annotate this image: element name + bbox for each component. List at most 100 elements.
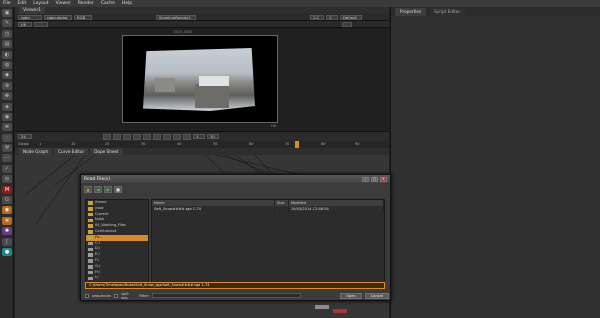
input-select[interactable]: ScanlineRender1 bbox=[156, 14, 196, 20]
timeline-panel: 24 Global 1 10 Global 1 10 20 30 40 50 6… bbox=[15, 131, 389, 148]
table-row[interactable]: Soft_Snow####.tga 1-74 19/03/2014 12:48:… bbox=[152, 206, 384, 212]
first-frame-icon[interactable] bbox=[103, 134, 111, 140]
tab-dope-sheet[interactable]: Dope Sheet bbox=[90, 148, 123, 155]
transform-icon[interactable]: ✥ bbox=[2, 92, 12, 101]
sequences-label: sequences bbox=[91, 293, 112, 298]
layer-select[interactable]: rgba.alpha bbox=[44, 14, 72, 20]
draw-icon[interactable]: ✎ bbox=[2, 19, 12, 28]
plugin-purple-icon[interactable]: ✺ bbox=[2, 227, 12, 236]
viewer-canvas[interactable]: 1920,1080 HD bbox=[15, 28, 389, 131]
menu-help[interactable]: Help bbox=[122, 1, 132, 6]
menu-render[interactable]: Render bbox=[78, 1, 94, 6]
play-back-icon[interactable] bbox=[133, 134, 141, 140]
maximize-icon[interactable]: □ bbox=[371, 176, 378, 182]
file-name: Soft_Snow####.tga 1-74 bbox=[152, 206, 275, 212]
last-frame-icon[interactable] bbox=[183, 134, 191, 140]
menu-edit[interactable]: Edit bbox=[18, 1, 27, 6]
furnace-icon[interactable]: ✓ bbox=[2, 164, 12, 173]
plugin-orange-icon[interactable]: ◉ bbox=[2, 206, 12, 215]
format-name-label: HD bbox=[271, 124, 277, 128]
node[interactable] bbox=[333, 309, 347, 313]
global-label: Global bbox=[18, 142, 30, 146]
drive-item[interactable]: I:/ bbox=[86, 275, 148, 281]
toolsets-icon[interactable]: ⚒ bbox=[2, 144, 12, 153]
play-icon[interactable] bbox=[153, 134, 161, 140]
views-icon[interactable]: ◉ bbox=[2, 112, 12, 121]
back-arrow-icon[interactable]: ◀ bbox=[94, 186, 102, 193]
ocula-icon[interactable]: ◎ bbox=[2, 175, 12, 184]
folder-up-icon[interactable]: ▲ bbox=[84, 186, 92, 193]
tab-viewer1[interactable]: Viewer1 bbox=[19, 7, 46, 14]
next-frame-icon[interactable] bbox=[163, 134, 171, 140]
format-size-label: 1920,1080 bbox=[173, 30, 192, 34]
close-icon[interactable]: X bbox=[380, 176, 387, 182]
menu-cache[interactable]: Cache bbox=[101, 1, 115, 6]
zoom-select[interactable]: 1:1 bbox=[310, 14, 324, 20]
filter-icon[interactable]: ◍ bbox=[2, 60, 12, 69]
read-file-dialog: Read File(s) – □ X ▲ ◀ ▶ ■ /home /root C… bbox=[80, 174, 391, 301]
color-icon[interactable]: ◐ bbox=[2, 50, 12, 59]
filter-label: Filter: bbox=[139, 293, 150, 298]
view-select[interactable]: Default bbox=[340, 14, 362, 20]
menu-file[interactable]: File bbox=[3, 1, 11, 6]
file-modified: 19/03/2014 12:48:54 bbox=[289, 206, 384, 212]
frame-field[interactable]: 1 bbox=[193, 134, 205, 139]
tick-label: 80 bbox=[321, 142, 326, 146]
particles-icon[interactable]: ∴ bbox=[2, 133, 12, 142]
minimize-icon[interactable]: – bbox=[362, 176, 369, 182]
sequences-checkbox[interactable] bbox=[85, 293, 89, 298]
node-toolbar: ▣ ✎ ◷ ▤ ◐ ◍ ◆ ⊕ ✥ ◈ ◉ ≣ ∴ ⚒ ⋯ ✓ ◎ M G ◉ … bbox=[0, 7, 14, 318]
timeline-ruler[interactable]: Global 1 10 20 30 40 50 60 70 80 90 bbox=[15, 141, 389, 148]
gamma-field[interactable] bbox=[34, 21, 48, 27]
building-shape bbox=[155, 78, 175, 92]
prev-frame-icon[interactable] bbox=[123, 134, 131, 140]
new-folder-icon[interactable]: ■ bbox=[114, 186, 122, 193]
other-icon[interactable]: ⋯ bbox=[2, 154, 12, 163]
filter-input[interactable] bbox=[152, 293, 302, 298]
m-plugin-icon[interactable]: M bbox=[2, 185, 12, 194]
3d-icon[interactable]: ◈ bbox=[2, 102, 12, 111]
channels-select[interactable]: rgba bbox=[18, 14, 42, 20]
keyer-icon[interactable]: ◆ bbox=[2, 71, 12, 80]
plugin-teal-icon[interactable]: ● bbox=[2, 247, 12, 256]
menu-layout[interactable]: Layout bbox=[33, 1, 48, 6]
nodegraph-tabs: Node Graph Curve Editor Dope Sheet bbox=[15, 148, 389, 155]
step-field[interactable]: 10 bbox=[207, 134, 219, 139]
window-buttons: – □ X bbox=[362, 176, 387, 182]
roi-button[interactable] bbox=[342, 21, 352, 27]
playhead[interactable] bbox=[295, 141, 299, 148]
plugin-brush-icon[interactable]: ʃ bbox=[2, 237, 12, 246]
split-seq-label: split seq bbox=[121, 291, 129, 300]
menu-viewer[interactable]: Viewer bbox=[56, 1, 71, 6]
time-icon[interactable]: ◷ bbox=[2, 29, 12, 38]
fps-field[interactable]: 24 bbox=[18, 134, 32, 139]
tab-properties[interactable]: Properties bbox=[395, 7, 427, 16]
split-seq-checkbox[interactable] bbox=[114, 293, 119, 298]
channel-icon[interactable]: ▤ bbox=[2, 40, 12, 49]
viewer-tabs: Viewer1 bbox=[15, 7, 389, 14]
open-button[interactable]: Open bbox=[340, 292, 362, 299]
gain-field[interactable]: f/8 bbox=[18, 21, 32, 27]
cancel-button[interactable]: Cancel bbox=[364, 292, 389, 299]
right-tabs: Properties Script Editor bbox=[391, 7, 600, 16]
color-select[interactable]: RGB bbox=[74, 14, 92, 20]
next-key-icon[interactable] bbox=[173, 134, 181, 140]
proxy-select[interactable]: 1 bbox=[326, 14, 338, 20]
stop-icon[interactable] bbox=[143, 134, 151, 140]
path-input[interactable]: C:/Users/Timelapse/Nuke/Soft_Snow_tga/So… bbox=[85, 282, 385, 289]
prev-key-icon[interactable] bbox=[113, 134, 121, 140]
node[interactable] bbox=[315, 305, 329, 309]
viewer-panel: Viewer1 rgba rgba.alpha RGB ScanlineRend… bbox=[15, 7, 389, 147]
image-icon[interactable]: ▣ bbox=[2, 9, 12, 17]
plugin-gear-icon[interactable]: ✲ bbox=[2, 216, 12, 225]
tab-script-editor[interactable]: Script Editor bbox=[429, 7, 466, 16]
tick-label: 20 bbox=[105, 142, 110, 146]
merge-icon[interactable]: ⊕ bbox=[2, 81, 12, 90]
forward-arrow-icon[interactable]: ▶ bbox=[104, 186, 112, 193]
nuke-window: File Edit Layout Viewer Render Cache Hel… bbox=[0, 0, 600, 318]
g-plugin-icon[interactable]: G bbox=[2, 196, 12, 205]
tab-node-graph[interactable]: Node Graph bbox=[19, 148, 53, 155]
tab-curve-editor[interactable]: Curve Editor bbox=[54, 148, 89, 155]
tick-label: 50 bbox=[213, 142, 218, 146]
metadata-icon[interactable]: ≣ bbox=[2, 123, 12, 132]
